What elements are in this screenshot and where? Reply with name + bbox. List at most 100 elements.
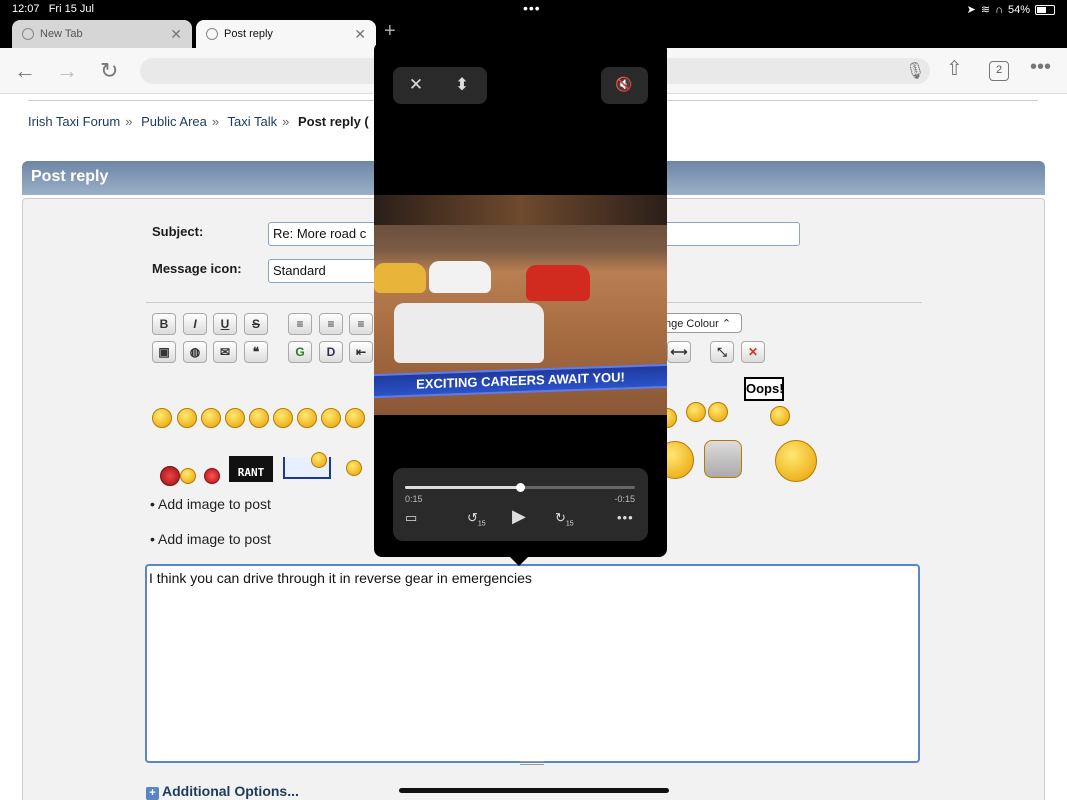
popup-pointer xyxy=(508,555,530,566)
wifi-icon: ≋ xyxy=(980,4,991,16)
sad-smiley-icon[interactable] xyxy=(273,408,293,428)
tab-label: New Tab xyxy=(40,28,83,40)
scrubber-knob[interactable] xyxy=(516,483,525,492)
reload-icon[interactable]: ↻ xyxy=(100,58,118,84)
smiley-icon[interactable] xyxy=(152,408,172,428)
breadcrumb: Irish Taxi Forum» Public Area» Taxi Talk… xyxy=(28,114,369,129)
white-car-image xyxy=(429,261,491,293)
indent-icon[interactable]: ⇤ xyxy=(349,341,373,363)
tow-truck-image xyxy=(394,303,544,363)
video-player-popup: ✕ ⬍ 🔇 EXCITING CAREERS AWAIT YOU! 0:15 -… xyxy=(374,42,667,557)
tab-label: Post reply xyxy=(224,28,273,40)
link-globe-icon[interactable]: ◍ xyxy=(183,341,207,363)
resize-icon[interactable]: ⤡ xyxy=(710,341,734,363)
message-textarea[interactable]: I think you can drive through it in reve… xyxy=(145,564,920,763)
message-icon-select[interactable]: Standard xyxy=(268,259,378,283)
status-right: ➤ ≋ ∩ 54% xyxy=(967,3,1055,16)
oops-smiley-icon[interactable] xyxy=(770,406,790,426)
close-player-icon[interactable]: ✕ xyxy=(406,75,426,95)
smiley-pair-icon[interactable] xyxy=(708,402,728,422)
player-top-controls: ✕ ⬍ xyxy=(393,67,487,104)
skip-forward-icon[interactable]: ↻15 xyxy=(555,510,574,528)
add-image-link-2[interactable]: • Add image to post xyxy=(150,531,271,547)
binoculars-smiley-icon[interactable] xyxy=(704,440,742,478)
grin-smiley-icon[interactable] xyxy=(201,408,221,428)
mad-smiley-icon[interactable] xyxy=(204,468,220,484)
additional-options-toggle[interactable]: + Additional Options... xyxy=(146,783,299,800)
angry-big-smiley-icon[interactable] xyxy=(775,440,817,482)
headphones-icon: ∩ xyxy=(995,3,1003,16)
dictionary-icon[interactable]: D xyxy=(319,341,343,363)
globe-icon xyxy=(206,28,218,40)
underline-button[interactable]: U xyxy=(213,313,237,335)
align-left-icon[interactable]: ≡ xyxy=(288,313,312,335)
angry-smiley-icon[interactable] xyxy=(249,408,269,428)
oops-sign[interactable]: Oops! xyxy=(744,377,784,401)
new-tab-plus-icon[interactable]: + xyxy=(384,20,396,43)
remaining-time: -0:15 xyxy=(614,494,635,504)
wink-smiley-icon[interactable] xyxy=(177,408,197,428)
add-image-link-1[interactable]: • Add image to post xyxy=(150,496,271,512)
status-bar: 12:07 Fri 15 Jul ••• ➤ ≋ ∩ 54% xyxy=(0,0,1067,20)
breadcrumb-link-forum[interactable]: Irish Taxi Forum xyxy=(28,114,120,129)
breadcrumb-link-taxi-talk[interactable]: Taxi Talk xyxy=(227,114,277,129)
cool-smiley-icon[interactable] xyxy=(321,408,341,428)
video-street-background xyxy=(374,195,667,225)
breadcrumb-link-public-area[interactable]: Public Area xyxy=(141,114,207,129)
strikethrough-button[interactable]: S xyxy=(244,313,268,335)
play-icon[interactable]: ▶ xyxy=(512,506,526,527)
yellow-taxi-image xyxy=(374,263,426,293)
resize-grip[interactable] xyxy=(520,761,544,765)
back-arrow-icon[interactable]: ← xyxy=(14,58,36,84)
close-tab-icon[interactable]: ✕ xyxy=(354,26,366,43)
video-frame[interactable]: EXCITING CAREERS AWAIT YOU! xyxy=(374,195,667,415)
colour-select[interactable]: nge Colour ⌃ xyxy=(660,313,742,333)
skip-back-icon[interactable]: ↺15 xyxy=(467,510,486,528)
tab-post-reply[interactable]: Post reply ✕ xyxy=(196,20,376,48)
forward-arrow-icon[interactable]: → xyxy=(56,58,78,84)
skip-back-label: 15 xyxy=(477,520,486,528)
email-icon[interactable]: ✉ xyxy=(213,341,237,363)
scrubber[interactable] xyxy=(405,483,635,492)
plus-icon: + xyxy=(146,787,159,800)
player-more-icon[interactable]: ••• xyxy=(617,510,634,525)
quote-icon[interactable]: ❝ xyxy=(244,341,268,363)
close-tab-icon[interactable]: ✕ xyxy=(170,26,182,43)
subject-label: Subject: xyxy=(152,224,204,239)
tab-new-tab[interactable]: New Tab ✕ xyxy=(12,20,192,48)
red-car-image xyxy=(526,265,590,301)
smiley-pair-icon[interactable] xyxy=(686,402,706,422)
remove-format-icon[interactable]: ✕ xyxy=(741,341,765,363)
multitask-dots-icon[interactable]: ••• xyxy=(523,0,541,16)
more-menu-icon[interactable]: ••• xyxy=(1030,56,1051,79)
status-time: 12:07 Fri 15 Jul xyxy=(12,3,94,15)
share-icon[interactable]: ⇧ xyxy=(946,56,963,81)
google-icon[interactable]: G xyxy=(288,341,312,363)
mute-control[interactable]: 🔇 xyxy=(601,67,648,104)
rant-sign[interactable]: RANT xyxy=(229,456,273,482)
devil-smiley-icon[interactable] xyxy=(160,466,180,486)
surprised-smiley-icon[interactable] xyxy=(297,408,317,428)
smiley-icon[interactable] xyxy=(346,460,362,476)
airplay-icon[interactable]: ▭ xyxy=(405,510,417,526)
tab-count-button[interactable]: 2 xyxy=(989,61,1009,81)
microphone-icon[interactable]: 🎙 xyxy=(905,61,925,81)
elapsed-time: 0:15 xyxy=(405,494,423,504)
fullscreen-toggle-icon[interactable]: ⬍ xyxy=(452,75,472,95)
battery-icon xyxy=(1035,4,1055,15)
confused-smiley-icon[interactable] xyxy=(345,408,365,428)
battery-fill xyxy=(1037,6,1046,13)
align-center-icon[interactable]: ≡ xyxy=(349,313,373,335)
small-smiley-icon[interactable] xyxy=(180,468,196,484)
muted-speaker-icon[interactable]: 🔇 xyxy=(614,76,634,93)
message-icon-label: Message icon: xyxy=(152,261,242,276)
image-icon[interactable]: ▣ xyxy=(152,341,176,363)
laugh-smiley-icon[interactable] xyxy=(225,408,245,428)
sleeping-smiley-icon xyxy=(311,452,327,468)
align-justify-icon[interactable]: ≡ xyxy=(319,313,343,335)
player-controls: 0:15 -0:15 ▭ ↺15 ▶ ↻15 ••• xyxy=(393,468,648,541)
italic-button[interactable]: I xyxy=(183,313,207,335)
bold-button[interactable]: B xyxy=(152,313,176,335)
skip-forward-label: 15 xyxy=(565,520,574,528)
width-icon[interactable]: ⟷ xyxy=(667,341,691,363)
